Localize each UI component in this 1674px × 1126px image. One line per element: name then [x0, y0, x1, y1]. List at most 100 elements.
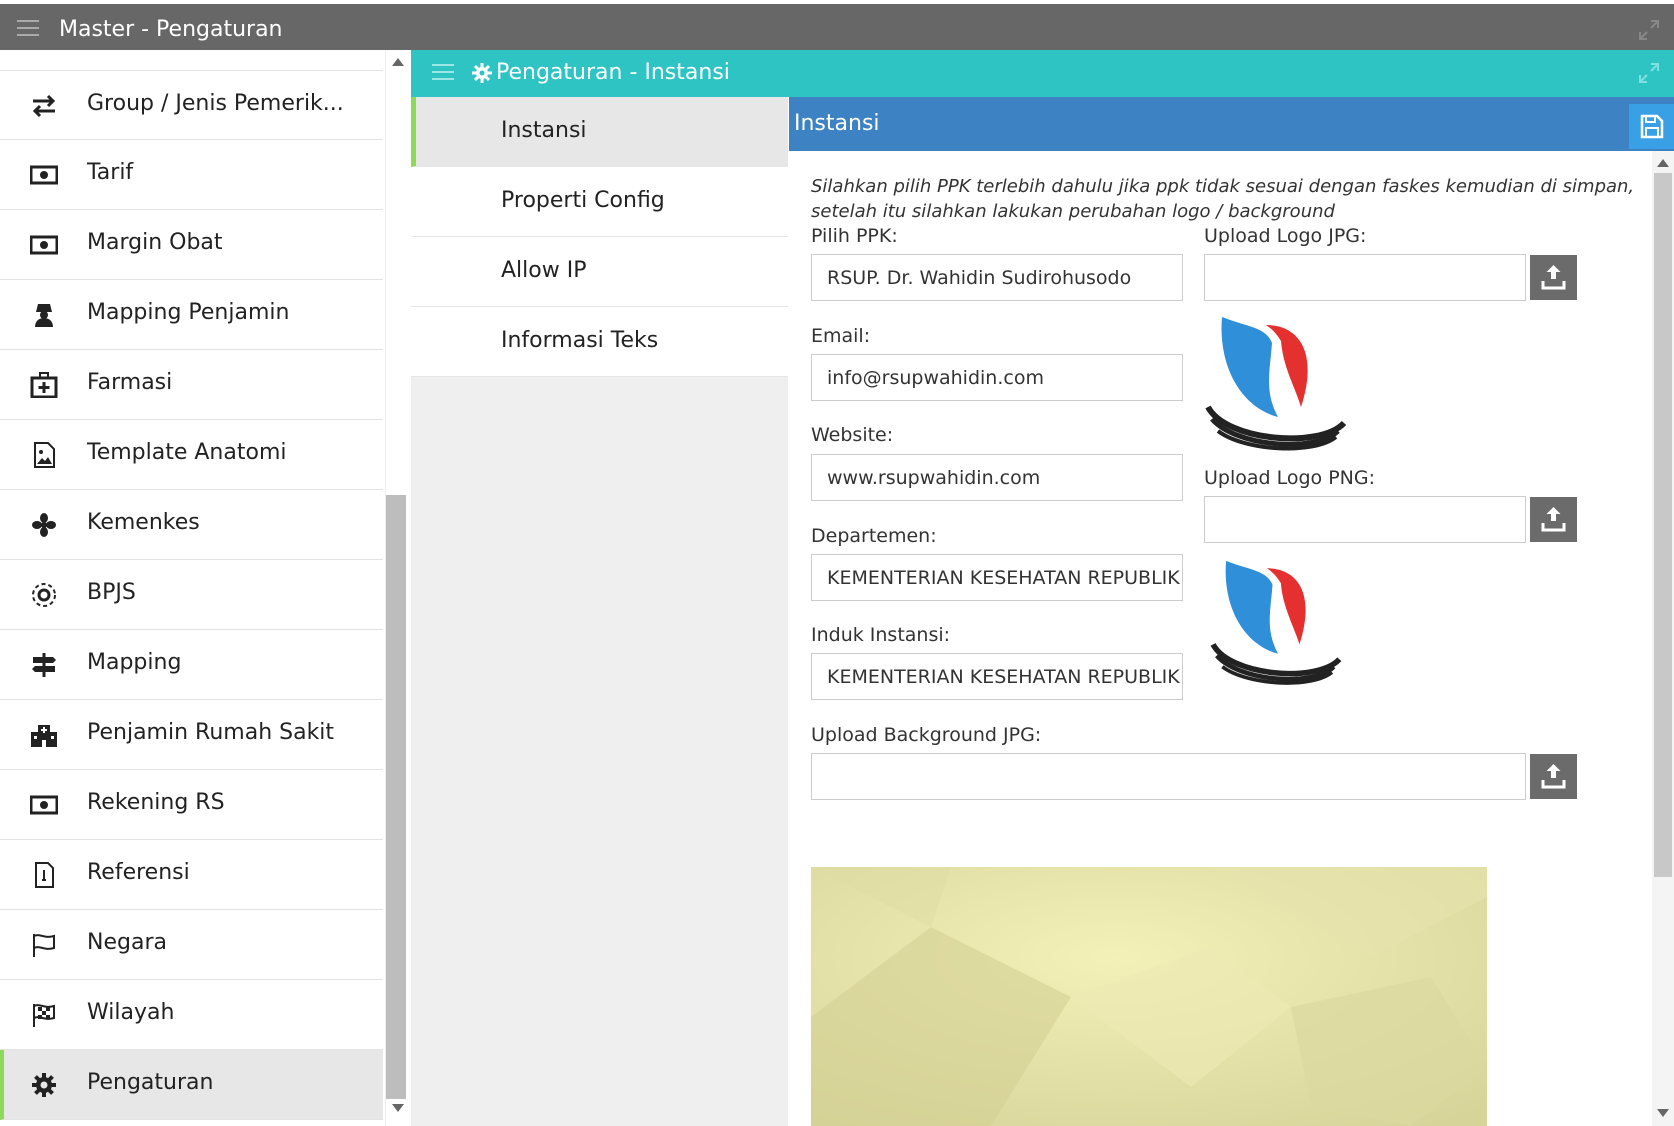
sidebar-item-label: Negara: [87, 930, 167, 955]
signpost-icon: [32, 653, 56, 677]
departemen-label: Departemen:: [811, 525, 937, 547]
sidebar-item-penjamin-rumah-sakit[interactable]: Penjamin Rumah Sakit: [0, 700, 383, 770]
upload-background-button[interactable]: [1530, 754, 1577, 799]
gear-circle-icon: [32, 583, 56, 607]
hamburger-menu-icon[interactable]: [17, 20, 39, 38]
tab-label: Allow IP: [501, 258, 587, 283]
sidebar-item-wilayah[interactable]: Wilayah: [0, 980, 383, 1050]
sidebar-item-label: Margin Obat: [87, 230, 223, 255]
sidebar-item-kemenkes[interactable]: Kemenkes: [0, 490, 383, 560]
user-secret-icon: [35, 304, 53, 327]
gear-icon: [32, 1073, 56, 1097]
tab-label: Instansi: [501, 118, 587, 143]
upload-logo-jpg-button[interactable]: [1530, 255, 1577, 300]
sidebar-item-negara[interactable]: Negara: [0, 910, 383, 980]
sidebar-item-label: Wilayah: [87, 1000, 175, 1025]
sidebar-list: Group / Jenis Pemerik... Tarif Margin Ob…: [0, 70, 383, 1120]
money-icon: [30, 165, 58, 185]
hospital-logo-jpg-preview: [1205, 317, 1347, 451]
scroll-up-arrow-icon[interactable]: [1657, 159, 1669, 167]
tab-properti-config[interactable]: Properti Config: [411, 167, 788, 237]
sidebar-item-label: Rekening RS: [87, 790, 225, 815]
upload-background-label: Upload Background JPG:: [811, 724, 1042, 746]
website-field[interactable]: www.rsupwahidin.com: [811, 454, 1183, 501]
sidebar-item-rekening-rs[interactable]: Rekening RS: [0, 770, 383, 840]
induk-instansi-field[interactable]: KEMENTERIAN KESEHATAN REPUBLIK INDONESIA: [811, 653, 1183, 700]
upload-logo-png-input[interactable]: [1204, 496, 1526, 543]
sidebar-scrollbar[interactable]: [385, 50, 407, 1126]
upload-logo-png-label: Upload Logo PNG:: [1204, 467, 1376, 489]
upload-icon: [1541, 507, 1566, 532]
expand-icon[interactable]: [1638, 19, 1660, 41]
checkered-flag-icon: [33, 1004, 55, 1027]
upload-background-input[interactable]: [811, 753, 1526, 800]
scroll-up-arrow-icon[interactable]: [392, 58, 404, 66]
sidebar-item-label: Tarif: [87, 160, 134, 185]
sidebar-item-label: Pengaturan: [87, 1070, 214, 1095]
fan-icon: [32, 513, 56, 537]
sidebar-item-mapping[interactable]: Mapping: [0, 630, 383, 700]
hospital-icon: [31, 725, 57, 747]
email-label: Email:: [811, 325, 871, 347]
sidebar-item-referensi[interactable]: Referensi: [0, 840, 383, 910]
sidebar-item-label: Referensi: [87, 860, 190, 885]
instruction-note: Silahkan pilih PPK terlebih dahulu jika …: [811, 176, 1635, 222]
sidebar-item-farmasi[interactable]: Farmasi: [0, 350, 383, 420]
upload-icon: [1541, 764, 1566, 789]
form-title: Instansi: [794, 111, 880, 136]
tab-informasi-teks[interactable]: Informasi Teks: [411, 307, 788, 377]
settings-tabs: Instansi Properti Config Allow IP Inform…: [411, 97, 788, 1126]
hospital-logo-png-preview: [1210, 560, 1342, 685]
sidebar-item-bpjs[interactable]: BPJS: [0, 560, 383, 630]
tab-label: Properti Config: [501, 188, 665, 213]
expand-icon[interactable]: [1638, 62, 1660, 84]
form-header: Instansi: [789, 97, 1674, 151]
sidebar-item-margin-obat[interactable]: Margin Obat: [0, 210, 383, 280]
tab-instansi[interactable]: Instansi: [411, 97, 788, 167]
tab-allow-ip[interactable]: Allow IP: [411, 237, 788, 307]
departemen-field[interactable]: KEMENTERIAN KESEHATAN REPUBLIK INDONESIA: [811, 554, 1183, 601]
sidebar-item-label: Penjamin Rumah Sakit: [87, 720, 335, 745]
scroll-down-arrow-icon[interactable]: [1657, 1109, 1669, 1117]
content-scrollbar[interactable]: [1652, 151, 1674, 1126]
money-icon: [30, 795, 58, 815]
document-icon: [35, 862, 54, 888]
sidebar-item-mapping-penjamin[interactable]: Mapping Penjamin: [0, 280, 383, 350]
panel-title: Pengaturan - Instansi: [496, 60, 730, 85]
flag-icon: [33, 934, 55, 957]
save-button[interactable]: [1629, 104, 1674, 149]
ppk-label: Pilih PPK:: [811, 225, 898, 247]
sidebar: Group / Jenis Pemerik... Tarif Margin Ob…: [0, 50, 383, 1126]
induk-instansi-label: Induk Instansi:: [811, 624, 951, 646]
email-field[interactable]: info@rsupwahidin.com: [811, 354, 1183, 401]
sidebar-item-group-jenis-pemeriksaan[interactable]: Group / Jenis Pemerik...: [0, 70, 383, 140]
money-icon: [30, 235, 58, 255]
window-title: Master - Pengaturan: [59, 17, 283, 42]
scroll-down-arrow-icon[interactable]: [392, 1104, 404, 1112]
website-label: Website:: [811, 424, 894, 446]
background-image-preview: [811, 867, 1487, 1126]
instansi-form-panel: Instansi Silahkan pilih PPK terlebih dah…: [789, 97, 1674, 1126]
panel-menu-icon[interactable]: [432, 64, 454, 82]
sidebar-item-pengaturan[interactable]: Pengaturan: [0, 1050, 383, 1120]
panel-header: Pengaturan - Instansi: [411, 50, 1674, 97]
save-icon: [1640, 114, 1664, 139]
sidebar-item-label: Kemenkes: [87, 510, 200, 535]
gear-icon: [472, 63, 492, 83]
arrows-exchange-icon: [32, 94, 56, 118]
sidebar-item-label: Mapping Penjamin: [87, 300, 290, 325]
ppk-select[interactable]: RSUP. Dr. Wahidin Sudirohusodo: [811, 254, 1183, 301]
upload-logo-png-button[interactable]: [1530, 497, 1577, 542]
tab-label: Informasi Teks: [501, 328, 659, 353]
sidebar-scrollbar-thumb[interactable]: [386, 495, 406, 1099]
upload-icon: [1541, 265, 1566, 290]
sidebar-item-label: Mapping: [87, 650, 182, 675]
content-scrollbar-thumb[interactable]: [1654, 173, 1672, 877]
image-file-icon: [34, 442, 55, 468]
sidebar-item-tarif[interactable]: Tarif: [0, 140, 383, 210]
sidebar-item-template-anatomi[interactable]: Template Anatomi: [0, 420, 383, 490]
sidebar-item-label: Farmasi: [87, 370, 173, 395]
medkit-icon: [30, 372, 58, 398]
upload-logo-jpg-input[interactable]: [1204, 254, 1526, 301]
sidebar-item-label: BPJS: [87, 580, 136, 605]
